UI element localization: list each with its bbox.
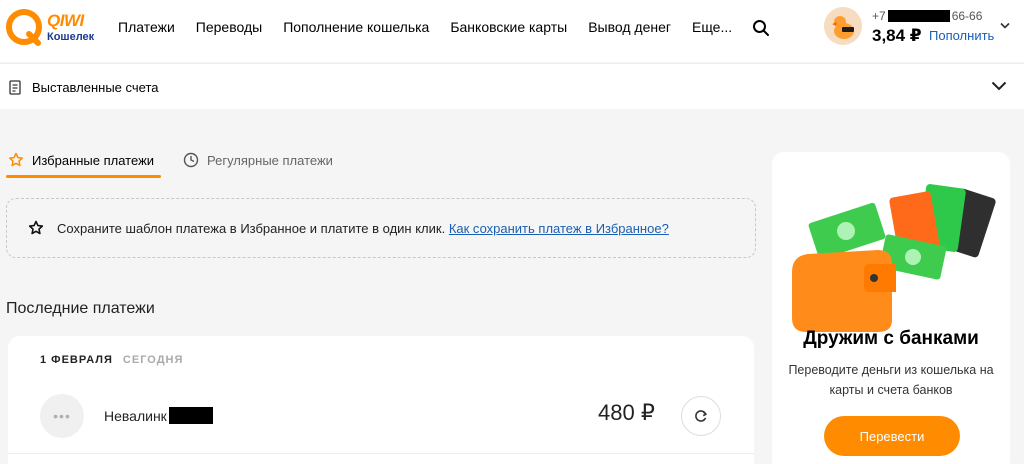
- star-icon: [28, 220, 44, 235]
- tab-favorites-label: Избранные платежи: [32, 152, 155, 168]
- main-nav: Платежи Переводы Пополнение кошелька Бан…: [118, 19, 753, 35]
- repeat-payment-button[interactable]: [681, 396, 721, 436]
- today-label: СЕГОДНЯ: [122, 354, 184, 366]
- wallet-balance: 3,84 ₽: [872, 26, 922, 45]
- recent-payments-card: 1 ФЕВРАЛЯ СЕГОДНЯ ••• Невалинк 480 ₽: [8, 336, 754, 464]
- avatar[interactable]: [824, 7, 862, 45]
- tab-regular-label: Регулярные платежи: [207, 152, 333, 168]
- promo-title: Дружим с банками: [803, 328, 979, 349]
- tab-regular[interactable]: Регулярные платежи: [183, 152, 333, 168]
- favorites-hint: Сохраните шаблон платежа в Избранное и п…: [6, 198, 756, 258]
- chevron-down-icon[interactable]: [1000, 22, 1010, 30]
- promo-banner: Дружим с банками Переводите деньги из ко…: [772, 152, 1010, 464]
- search-icon[interactable]: [752, 19, 770, 37]
- invoices-bar[interactable]: Выставленные счета: [0, 63, 1024, 109]
- payment-avatar: •••: [40, 394, 84, 438]
- transfer-button[interactable]: Перевести: [824, 416, 960, 456]
- hint-link[interactable]: Как сохранить платеж в Избранное?: [449, 221, 669, 236]
- recent-payments-title: Последние платежи: [6, 300, 155, 317]
- logo-word: QIWI: [47, 11, 84, 30]
- nav-item-withdraw[interactable]: Вывод денег: [588, 19, 671, 35]
- nav-item-bank-cards[interactable]: Банковские карты: [450, 19, 567, 35]
- hint-text: Сохраните шаблон платежа в Избранное и п…: [57, 221, 669, 236]
- active-tab-indicator: [6, 175, 161, 178]
- qiwi-logo-icon: [6, 9, 42, 46]
- clock-icon: [183, 152, 199, 168]
- hint-message: Сохраните шаблон платежа в Избранное и п…: [57, 221, 446, 236]
- phone-suffix: 66-66: [951, 9, 983, 23]
- account-phone: +7 66-66: [872, 9, 982, 23]
- phone-redaction: [887, 10, 950, 22]
- row-divider: [8, 453, 754, 454]
- nav-item-more[interactable]: Еще...: [692, 19, 732, 35]
- payment-amount: 480 ₽: [598, 400, 655, 425]
- promo-text: Переводите деньги из кошелька на карты и…: [788, 363, 994, 397]
- wallet-cards-illustration: [792, 184, 996, 332]
- tab-favorites[interactable]: Избранные платежи: [8, 152, 154, 168]
- phone-prefix: +7: [872, 9, 886, 23]
- chevron-down-icon[interactable]: [991, 81, 1007, 91]
- receipt-icon: [9, 80, 21, 95]
- payment-date: 1 ФЕВРАЛЯ: [40, 354, 113, 366]
- payment-recipient: Невалинк: [104, 407, 167, 424]
- nav-item-transfers[interactable]: Переводы: [196, 19, 262, 35]
- repeat-icon: [695, 410, 707, 422]
- topup-link[interactable]: Пополнить: [929, 28, 994, 43]
- invoices-label: Выставленные счета: [32, 80, 159, 95]
- star-icon: [8, 152, 24, 167]
- payment-name[interactable]: Невалинк: [104, 407, 213, 424]
- qiwi-logo[interactable]: QIWI Кошелек: [5, 8, 95, 52]
- nav-item-topup-wallet[interactable]: Пополнение кошелька: [283, 19, 429, 35]
- top-header: QIWI Кошелек Платежи Переводы Пополнение…: [0, 0, 1024, 62]
- date-header: 1 ФЕВРАЛЯ СЕГОДНЯ: [40, 354, 183, 366]
- recipient-redaction: [168, 407, 213, 424]
- logo-subtitle: Кошелек: [47, 31, 95, 43]
- nav-item-payments[interactable]: Платежи: [118, 19, 175, 35]
- duck-avatar-icon: [824, 7, 862, 45]
